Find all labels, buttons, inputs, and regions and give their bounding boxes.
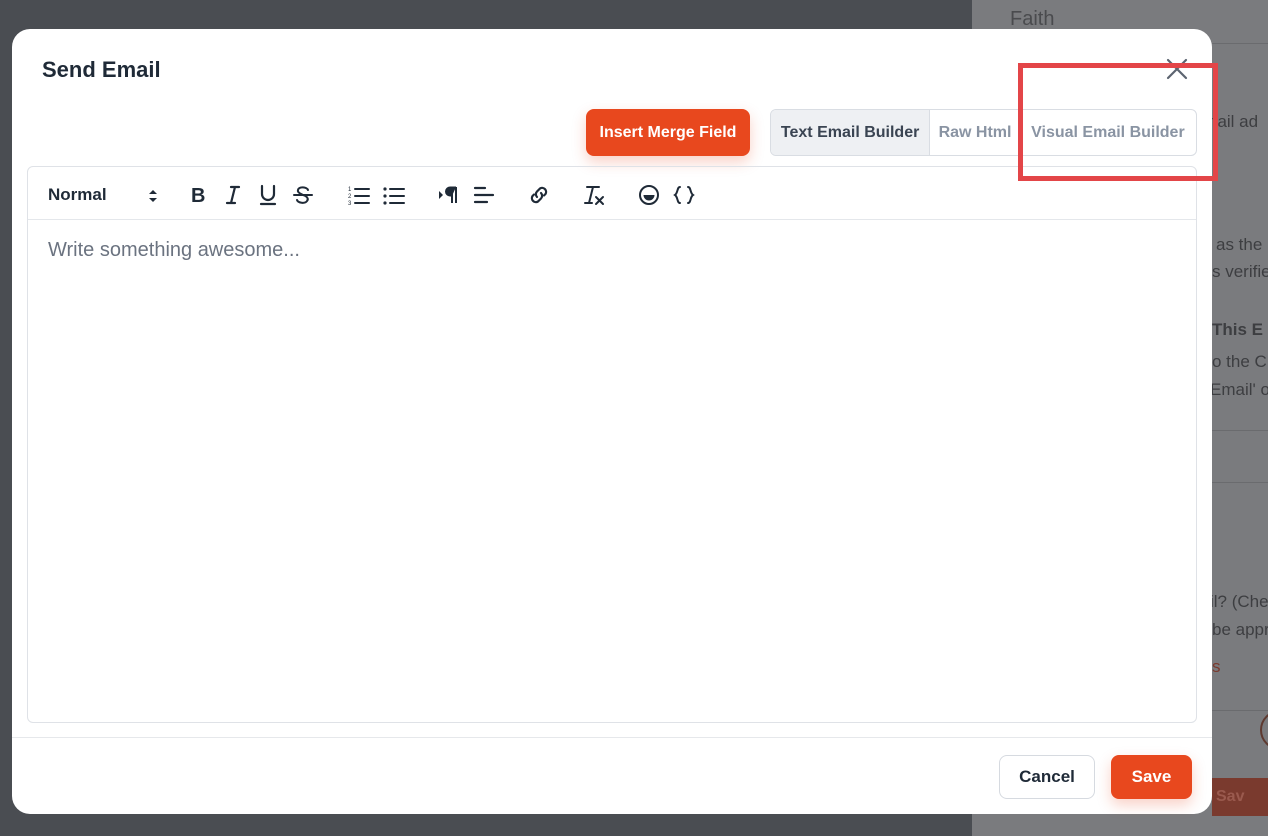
underline-button[interactable] [256,181,280,209]
code-button[interactable] [671,181,697,209]
strikethrough-button[interactable] [291,181,315,209]
background-text: il? (Che [1210,592,1268,611]
background-divider [1212,710,1268,711]
modal-title: Send Email [42,57,161,82]
background-text: be appr [1212,620,1268,639]
background-avatar [1260,710,1268,750]
clear-format-button[interactable] [581,181,607,209]
background-text: s verifie [1212,262,1268,281]
emoji-button[interactable] [636,181,662,209]
curly-braces-icon [673,186,695,204]
format-select[interactable]: Normal [48,181,158,209]
svg-text:1: 1 [348,187,352,193]
insert-merge-field-button[interactable]: Insert Merge Field [586,109,750,156]
send-email-modal: Send Email Insert Merge Field Text Email… [12,29,1218,814]
background-text: as the [1216,235,1263,254]
svg-text:B: B [191,185,205,205]
tab-text-email-builder[interactable]: Text Email Builder [771,110,931,155]
footer-divider [12,737,1212,738]
cancel-button[interactable]: Cancel [999,755,1095,799]
background-heading: This E [1212,320,1264,339]
svg-text:3: 3 [348,201,352,205]
clear-format-icon [584,186,604,205]
background-save-button: Sav [1212,778,1268,816]
background-text: Email' o [1210,380,1268,399]
italic-icon [225,185,241,205]
background-divider [1212,430,1268,431]
italic-button[interactable] [221,181,245,209]
email-editor: Normal B 1 2 3 Write something awesome..… [27,166,1197,723]
link-button[interactable] [526,181,552,209]
text-direction-button[interactable] [436,181,462,209]
bullet-list-button[interactable] [381,181,407,209]
align-button[interactable] [471,181,497,209]
chevron-updown-icon [149,190,157,202]
underline-icon [259,184,277,206]
background-link: s [1212,657,1221,676]
align-left-icon [473,186,495,204]
strikethrough-icon [293,186,313,204]
ordered-list-icon: 1 2 3 [348,187,370,205]
emoji-icon [639,185,659,205]
save-button[interactable]: Save [1111,755,1192,799]
tab-raw-html[interactable]: Raw Html [930,110,1020,155]
background-text: o the C [1212,352,1267,371]
svg-text:2: 2 [348,194,352,200]
format-select-value: Normal [48,185,107,204]
paragraph-direction-icon [439,186,457,203]
editor-content[interactable] [28,221,1196,723]
bold-icon: B [191,185,205,205]
background-divider [1212,482,1268,483]
link-icon [530,186,548,204]
bullet-list-icon [383,187,405,205]
bold-button[interactable]: B [186,181,210,209]
ordered-list-button[interactable]: 1 2 3 [346,181,372,209]
editor-placeholder: Write something awesome... [48,239,300,261]
highlight-annotation [1018,63,1218,181]
